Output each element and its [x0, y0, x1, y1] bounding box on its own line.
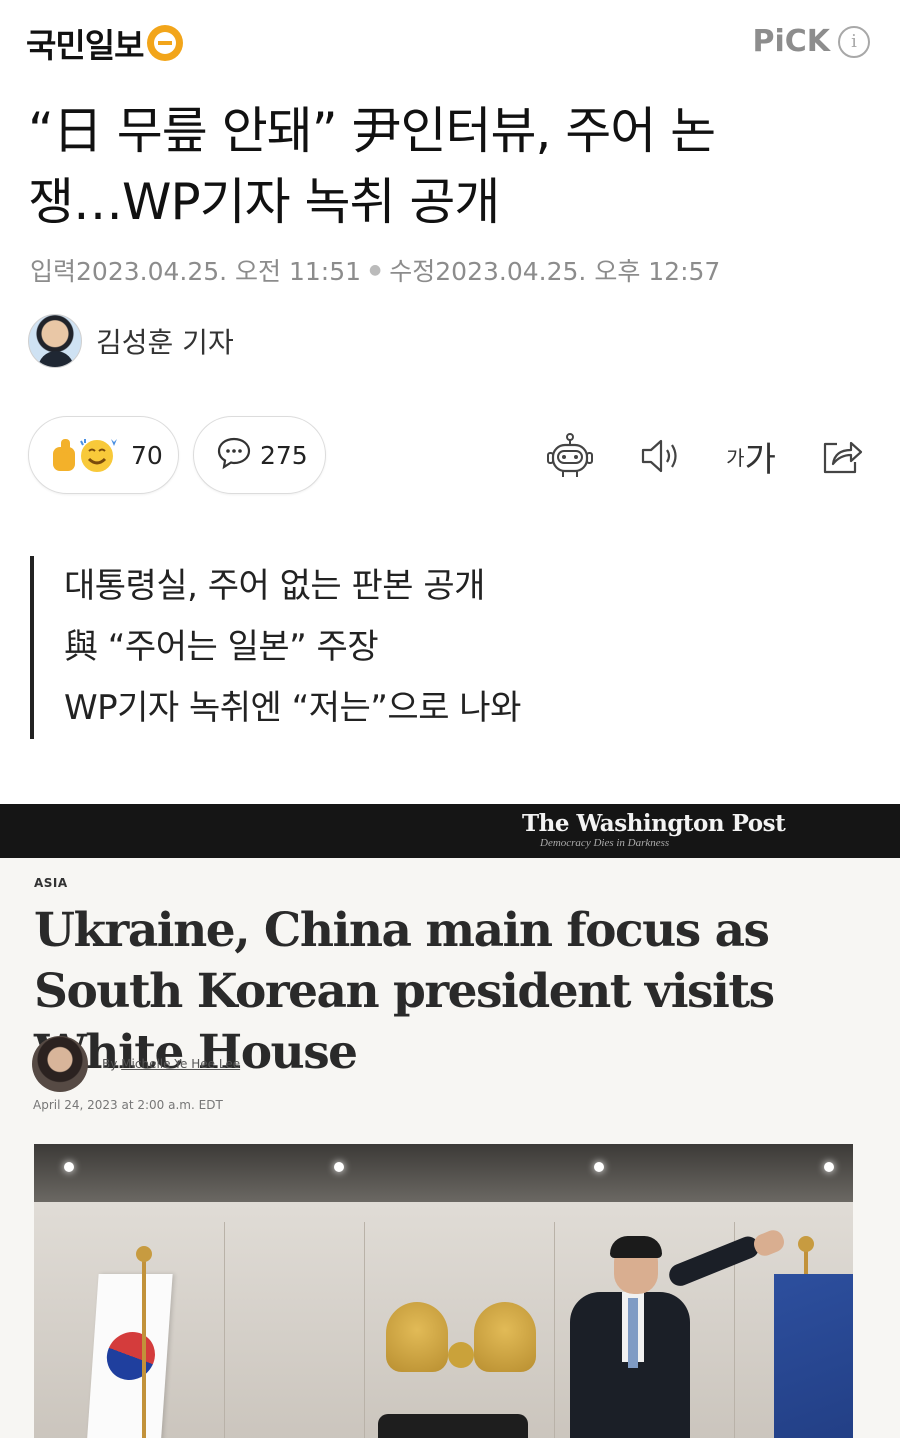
font-size-small-glyph: 가 [726, 445, 745, 470]
robot-summary-icon [547, 433, 593, 477]
wp-author-avatar [32, 1036, 88, 1092]
published-time: 2023.04.25. 오전 11:51 [76, 257, 362, 286]
wp-section-label: ASIA [34, 876, 68, 890]
separator-dot: ● [369, 262, 382, 278]
reaction-emoji-icon [51, 435, 123, 475]
comment-button[interactable]: 275 [193, 416, 326, 494]
wp-date: April 24, 2023 at 2:00 a.m. EDT [33, 1098, 223, 1112]
article-summary: 대통령실, 주어 없는 판본 공개 與 “주어는 일본” 주장 WP기자 녹취엔… [30, 556, 850, 739]
summary-line-3: WP기자 녹취엔 “저는”으로 나와 [64, 688, 521, 728]
app-header: 국민일보 PiCK i [0, 0, 900, 86]
info-icon[interactable]: i [838, 25, 870, 58]
logo-text: 국민일보 [26, 26, 144, 65]
share-icon [823, 441, 863, 474]
article-dates: 입력 2023.04.25. 오전 11:51 ● 수정 2023.04.25.… [30, 252, 720, 288]
reporter-info[interactable]: 김성훈 기자 [28, 314, 234, 368]
read-aloud-button[interactable] [632, 428, 688, 484]
wp-by-label: By [102, 1057, 118, 1071]
presidential-flag [774, 1274, 853, 1438]
reaction-count: 70 [131, 440, 163, 470]
pick-badge[interactable]: PiCK i [752, 24, 870, 59]
comment-count: 275 [260, 440, 308, 470]
speaker-icon [641, 439, 677, 473]
summary-line-1: 대통령실, 주어 없는 판본 공개 [64, 566, 485, 606]
article-image: The Washington Post Democracy Dies in Da… [0, 804, 900, 1438]
reporter-avatar[interactable] [28, 314, 82, 368]
wp-logo: The Washington Post [522, 810, 786, 837]
wp-byline: By Michelle Ye Hee Lee [32, 1036, 240, 1092]
font-size-button[interactable]: 가가 [722, 428, 780, 484]
published-label: 입력 [30, 257, 77, 286]
wp-tagline: Democracy Dies in Darkness [540, 837, 670, 849]
modified-time: 2023.04.25. 오후 12:57 [435, 257, 721, 286]
headline-line-2: 쟁…WP기자 녹취 공개 [28, 173, 500, 231]
korean-flag [85, 1274, 173, 1438]
phoenix-emblem [386, 1284, 536, 1394]
logo-mark-icon [147, 25, 184, 61]
photo-person [570, 1227, 788, 1438]
article-headline: “日 무릎 안돼” 尹인터뷰, 주어 논 쟁…WP기자 녹취 공개 [28, 96, 868, 238]
photo-ceiling [34, 1144, 853, 1202]
reporter-name[interactable]: 김성훈 기자 [96, 321, 234, 361]
font-size-large-glyph: 가 [744, 439, 776, 480]
publisher-logo[interactable]: 국민일보 [26, 22, 184, 65]
wp-author-name: Michelle Ye Hee Lee [121, 1057, 241, 1071]
photo-chair [378, 1414, 528, 1438]
pick-label: PiCK [752, 24, 830, 59]
reaction-button[interactable]: 70 [28, 416, 179, 494]
modified-label: 수정 [389, 257, 436, 286]
share-button[interactable] [814, 428, 870, 484]
headline-line-1: “日 무릎 안돼” 尹인터뷰, 주어 논 [28, 102, 716, 160]
summary-line-2: 與 “주어는 일본” 주장 [64, 627, 379, 667]
robot-summary-button[interactable] [542, 428, 598, 484]
comment-icon [216, 436, 252, 474]
wp-author: By Michelle Ye Hee Lee [102, 1057, 240, 1071]
wp-photo [34, 1144, 853, 1438]
wp-masthead: The Washington Post Democracy Dies in Da… [0, 804, 900, 858]
